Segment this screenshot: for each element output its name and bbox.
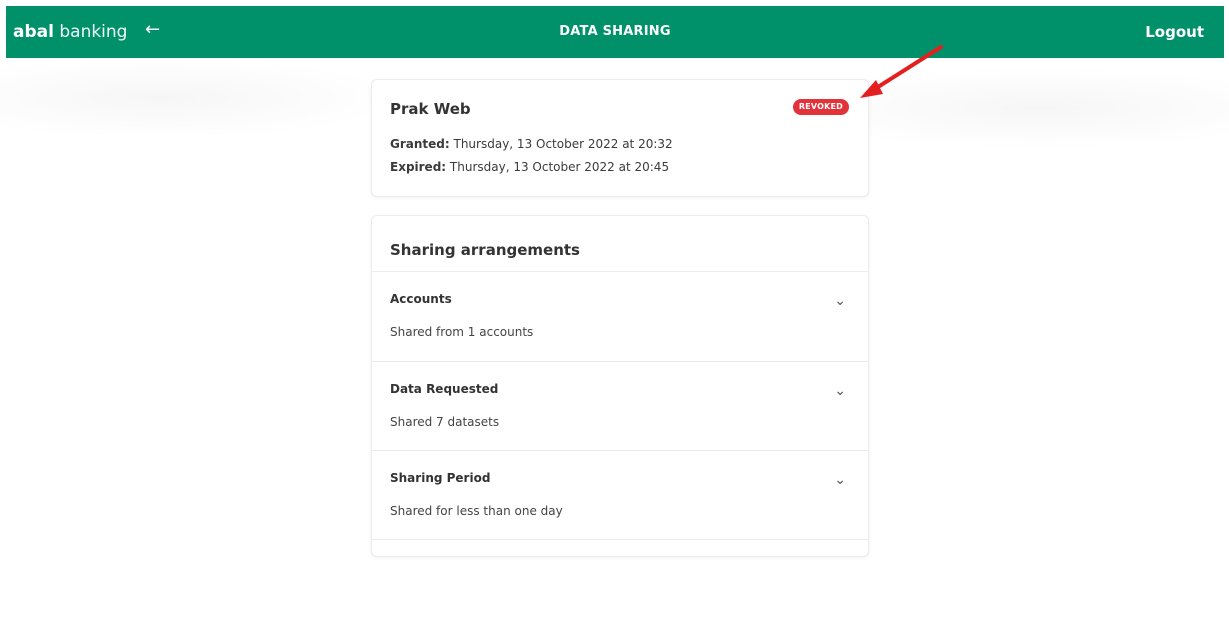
expired-value: Thursday, 13 October 2022 at 20:45 xyxy=(449,160,670,174)
granted-line: Granted: Thursday, 13 October 2022 at 20… xyxy=(390,137,673,151)
chevron-down-icon[interactable]: ⌄ xyxy=(834,383,846,399)
sharing-arrangements-card: Sharing arrangements Accounts ⌄ Shared f… xyxy=(371,215,869,557)
expired-label: Expired: xyxy=(390,160,447,174)
status-badge: REVOKED xyxy=(792,99,849,115)
granted-value: Thursday, 13 October 2022 at 20:32 xyxy=(453,137,673,151)
consent-card: Prak Web REVOKED Granted: Thursday, 13 O… xyxy=(371,79,869,197)
accordion-title: Accounts xyxy=(390,292,452,306)
accordion-subtitle: Shared for less than one day xyxy=(390,504,563,518)
page-title: DATA SHARING xyxy=(559,24,671,39)
accordion-subtitle: Shared from 1 accounts xyxy=(390,325,534,339)
chevron-down-icon[interactable]: ⌄ xyxy=(834,293,846,309)
app-header: abal banking ← DATA SHARING Logout xyxy=(6,6,1224,58)
accordion-subtitle: Shared 7 datasets xyxy=(390,415,500,429)
chevron-down-icon[interactable]: ⌄ xyxy=(834,472,846,488)
accordion-title: Sharing Period xyxy=(390,471,491,485)
accordion-accounts[interactable]: Accounts ⌄ Shared from 1 accounts xyxy=(372,271,868,361)
accordion-sharing-period[interactable]: Sharing Period ⌄ Shared for less than on… xyxy=(372,450,868,540)
accordion-next[interactable] xyxy=(372,539,868,629)
logout-button[interactable]: Logout xyxy=(1145,23,1204,41)
section-title: Sharing arrangements xyxy=(390,241,580,259)
accordion-title: Data Requested xyxy=(390,382,499,396)
expired-line: Expired: Thursday, 13 October 2022 at 20… xyxy=(390,160,669,174)
accordion-data-requested[interactable]: Data Requested ⌄ Shared 7 datasets xyxy=(372,361,868,451)
granted-label: Granted: xyxy=(390,137,450,151)
app-name: Prak Web xyxy=(390,100,471,118)
